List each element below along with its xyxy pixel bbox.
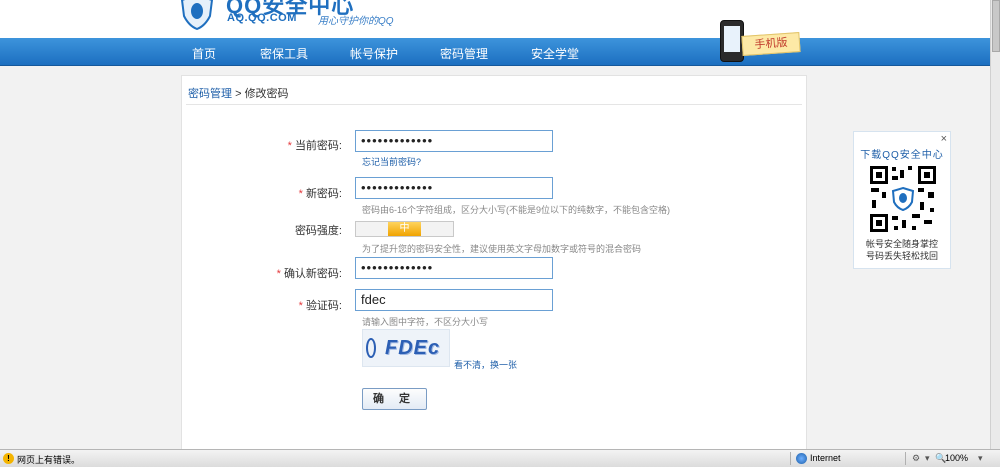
globe-icon: [796, 453, 807, 464]
captcha-image[interactable]: FDEc: [362, 329, 450, 367]
change-password-panel: 密码管理 > 修改密码 * 当前密码: ••••••••••••• 忘记当前密码?…: [181, 75, 807, 467]
nav-item-security-academy[interactable]: 安全学堂: [531, 45, 579, 62]
nav-item-security-tools[interactable]: 密保工具: [260, 45, 308, 62]
captcha-label: * 验证码:: [298, 300, 342, 312]
captcha-refresh-link[interactable]: 看不清，换一张: [454, 358, 517, 371]
warning-icon[interactable]: !: [3, 453, 14, 464]
nav-item-home[interactable]: 首页: [192, 45, 216, 62]
breadcrumb: 密码管理 > 修改密码: [188, 85, 289, 101]
current-password-input[interactable]: •••••••••••••: [355, 130, 553, 152]
forgot-password-link[interactable]: 忘记当前密码?: [362, 155, 421, 168]
nav-item-password-management[interactable]: 密码管理: [440, 45, 488, 62]
breadcrumb-separator: >: [235, 88, 242, 100]
mobile-version-badge[interactable]: 手机版: [712, 20, 802, 64]
confirm-password-input[interactable]: •••••••••••••: [355, 257, 553, 279]
current-password-label: * 当前密码:: [287, 140, 342, 152]
scrollbar-thumb[interactable]: [992, 0, 1000, 52]
new-password-hint: 密码由6-16个字符组成，区分大小写(不能是9位以下的纯数字，不能包含空格): [362, 205, 671, 215]
main-nav: 首页 密保工具 帐号保护 密码管理 安全学堂: [0, 38, 990, 66]
password-strength-hint: 为了提升您的密码安全性，建议使用英文字母加数字或符号的混合密码: [362, 244, 642, 254]
close-icon[interactable]: ×: [941, 133, 947, 145]
new-password-label: * 新密码:: [298, 188, 342, 200]
password-strength-label: 密码强度:: [294, 225, 342, 237]
qr-code-image: [868, 164, 938, 234]
password-strength-meter: 中: [355, 221, 454, 237]
mobile-version-label: 手机版: [741, 32, 801, 56]
phone-icon: [720, 20, 744, 62]
confirm-password-label: * 确认新密码:: [276, 268, 342, 280]
zoom-dropdown-icon[interactable]: ▾: [978, 453, 983, 464]
zoom-level[interactable]: 100%: [945, 453, 968, 463]
site-header: QQ安全中心 AQ.QQ.COM 用心守护你的QQ: [0, 0, 990, 38]
baidu-jingyan-watermark: [764, 360, 964, 445]
divider: [186, 104, 802, 105]
vertical-scrollbar[interactable]: [990, 0, 1000, 449]
captcha-hint: 请输入图中字符，不区分大小写: [362, 317, 489, 327]
shield-logo-icon: [180, 0, 214, 30]
breadcrumb-current: 修改密码: [244, 88, 289, 100]
nav-item-account-protection[interactable]: 帐号保护: [350, 45, 398, 62]
qr-caption: 帐号安全随身掌控 号码丢失轻松找回: [865, 239, 938, 261]
browser-status-bar: ! 网页上有错误。 Internet ⚙ ▾ 🔍 100% ▾: [0, 449, 1000, 467]
qr-download-panel: × 下载QQ安全中心 帐号安全随身掌控 号码丢失轻松找回: [853, 131, 951, 269]
strength-level-medium: 中: [388, 222, 421, 236]
new-password-input[interactable]: •••••••••••••: [355, 177, 553, 199]
confirm-button[interactable]: 确 定: [362, 388, 427, 410]
security-zone[interactable]: Internet: [810, 453, 841, 463]
logo-domain: AQ.QQ.COM: [227, 12, 297, 24]
breadcrumb-password-management[interactable]: 密码管理: [188, 88, 232, 100]
qr-panel-title: 下载QQ安全中心: [860, 150, 944, 161]
protected-mode-icon[interactable]: ⚙: [912, 453, 920, 464]
logo-slogan: 用心守护你的QQ: [318, 16, 394, 27]
captcha-input[interactable]: fdec: [355, 289, 553, 311]
dropdown-arrow-icon[interactable]: ▾: [925, 453, 930, 464]
status-message[interactable]: 网页上有错误。: [17, 453, 80, 466]
